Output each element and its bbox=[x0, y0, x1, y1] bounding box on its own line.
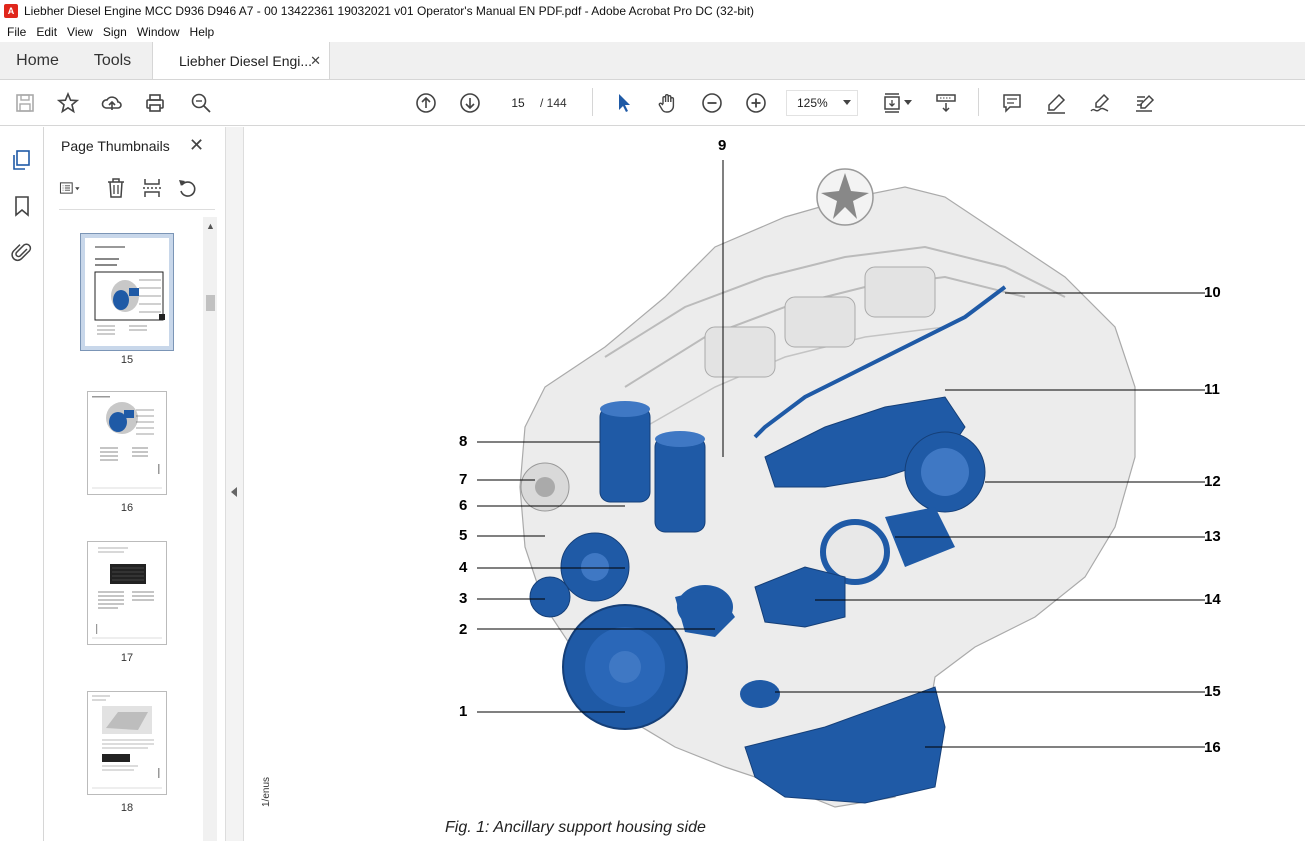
thumbnail-tools bbox=[59, 177, 199, 199]
callout-15: 15 bbox=[1204, 683, 1221, 700]
window-title: Liebher Diesel Engine MCC D936 D946 A7 -… bbox=[24, 4, 755, 18]
highlight-pen-icon[interactable] bbox=[1044, 91, 1068, 115]
menu-view[interactable]: View bbox=[62, 25, 98, 39]
callout-11: 11 bbox=[1204, 381, 1220, 398]
callout-16: 16 bbox=[1204, 739, 1221, 756]
thumbnail-label-17: 17 bbox=[120, 652, 134, 664]
side-note: 1/enus bbox=[261, 776, 272, 807]
tab-document-label: Liebher Diesel Engi... bbox=[179, 52, 313, 69]
print-icon[interactable] bbox=[143, 91, 167, 115]
callout-8: 8 bbox=[459, 433, 468, 450]
save-icon[interactable] bbox=[13, 91, 37, 115]
close-panel-icon[interactable]: ✕ bbox=[189, 135, 204, 156]
callout-6: 6 bbox=[459, 497, 468, 514]
menu-bar: File Edit View Sign Window Help bbox=[0, 22, 1305, 42]
callout-1: 1 bbox=[459, 703, 468, 720]
menu-window[interactable]: Window bbox=[132, 25, 185, 39]
fit-page-dropdown-icon[interactable] bbox=[904, 100, 912, 105]
delete-page-icon[interactable] bbox=[105, 177, 127, 199]
bookmark-star-icon[interactable] bbox=[56, 91, 80, 115]
draw-freehand-icon[interactable] bbox=[1088, 91, 1112, 115]
toolbar-divider bbox=[592, 88, 593, 116]
chevron-down-icon bbox=[843, 100, 851, 105]
rotate-page-icon[interactable] bbox=[177, 177, 199, 199]
callout-2: 2 bbox=[459, 621, 468, 638]
tab-bar: Home Tools Liebher Diesel Engi... ✕ bbox=[0, 42, 1305, 80]
tab-tools[interactable]: Tools bbox=[75, 42, 150, 79]
callout-7: 7 bbox=[459, 471, 468, 488]
read-mode-icon[interactable] bbox=[934, 91, 958, 115]
thumbnail-preview bbox=[88, 692, 166, 794]
tab-document[interactable]: Liebher Diesel Engi... ✕ bbox=[152, 42, 330, 79]
fill-sign-icon[interactable] bbox=[1132, 91, 1156, 115]
panel-divider bbox=[59, 209, 215, 210]
bookmarks-icon[interactable] bbox=[11, 195, 33, 217]
thumbnail-preview bbox=[88, 392, 166, 494]
close-tab-icon[interactable]: ✕ bbox=[310, 53, 321, 69]
zoom-in-icon[interactable] bbox=[744, 91, 768, 115]
callout-3: 3 bbox=[459, 590, 468, 607]
zoom-level-value: 125% bbox=[797, 96, 828, 110]
thumbnail-preview bbox=[88, 542, 166, 644]
zoom-level-select[interactable]: 125% bbox=[786, 90, 858, 116]
hand-tool-icon[interactable] bbox=[656, 91, 680, 115]
thumbnail-page-18[interactable] bbox=[87, 691, 167, 795]
callout-10: 10 bbox=[1204, 284, 1221, 301]
figure-caption: Fig. 1: Ancillary support housing side bbox=[445, 819, 706, 836]
select-cursor-icon[interactable] bbox=[612, 91, 636, 115]
comment-icon[interactable] bbox=[1000, 91, 1024, 115]
thumbnail-page-17[interactable] bbox=[87, 541, 167, 645]
title-bar: A Liebher Diesel Engine MCC D936 D946 A7… bbox=[0, 0, 1305, 22]
thumbnail-label-18: 18 bbox=[120, 802, 134, 814]
thumbnail-preview bbox=[85, 238, 169, 346]
callout-9: 9 bbox=[718, 137, 727, 154]
panel-collapse-strip[interactable] bbox=[225, 127, 244, 841]
fit-page-icon[interactable] bbox=[880, 91, 904, 115]
thumbnail-page-16[interactable] bbox=[87, 391, 167, 495]
panel-title: Page Thumbnails bbox=[61, 138, 170, 154]
attachments-icon[interactable] bbox=[11, 241, 33, 263]
menu-edit[interactable]: Edit bbox=[31, 25, 62, 39]
page-number-input[interactable]: 15 bbox=[500, 90, 536, 114]
left-rail bbox=[0, 127, 44, 841]
page-thumbnails-icon[interactable] bbox=[11, 149, 33, 171]
zoom-search-icon[interactable] bbox=[189, 91, 213, 115]
thumbnails-panel: Page Thumbnails ✕ 15 16 17 18 bbox=[45, 127, 225, 841]
thumbnail-page-15[interactable] bbox=[80, 233, 174, 351]
callout-14: 14 bbox=[1204, 591, 1221, 608]
options-menu-icon[interactable] bbox=[59, 177, 81, 199]
previous-page-icon[interactable] bbox=[414, 91, 438, 115]
page-total: / 144 bbox=[540, 96, 567, 110]
scroll-up-icon[interactable]: ▲ bbox=[206, 221, 215, 231]
menu-file[interactable]: File bbox=[2, 25, 31, 39]
menu-help[interactable]: Help bbox=[185, 25, 220, 39]
document-view[interactable]: 1 2 3 4 5 6 7 8 9 10 11 12 13 14 15 16 1… bbox=[245, 127, 1305, 841]
zoom-out-icon[interactable] bbox=[700, 91, 724, 115]
thumbnail-scrollbar[interactable]: ▲ bbox=[203, 217, 217, 841]
upload-cloud-icon[interactable] bbox=[100, 91, 124, 115]
callout-13: 13 bbox=[1204, 528, 1221, 545]
callout-4: 4 bbox=[459, 559, 468, 576]
thumbnail-label-15: 15 bbox=[120, 354, 134, 366]
collapse-arrow-icon[interactable] bbox=[231, 487, 237, 497]
insert-page-icon[interactable] bbox=[141, 177, 163, 199]
callout-5: 5 bbox=[459, 527, 468, 544]
scrollbar-thumb[interactable] bbox=[206, 295, 215, 311]
engine-illustration bbox=[477, 160, 1205, 808]
tab-home[interactable]: Home bbox=[0, 42, 75, 79]
acrobat-icon: A bbox=[4, 4, 18, 18]
menu-sign[interactable]: Sign bbox=[98, 25, 132, 39]
next-page-icon[interactable] bbox=[458, 91, 482, 115]
thumbnail-label-16: 16 bbox=[120, 502, 134, 514]
thumbnail-list: 15 16 17 18 bbox=[45, 219, 205, 841]
toolbar-divider bbox=[978, 88, 979, 116]
callout-12: 12 bbox=[1204, 473, 1221, 490]
